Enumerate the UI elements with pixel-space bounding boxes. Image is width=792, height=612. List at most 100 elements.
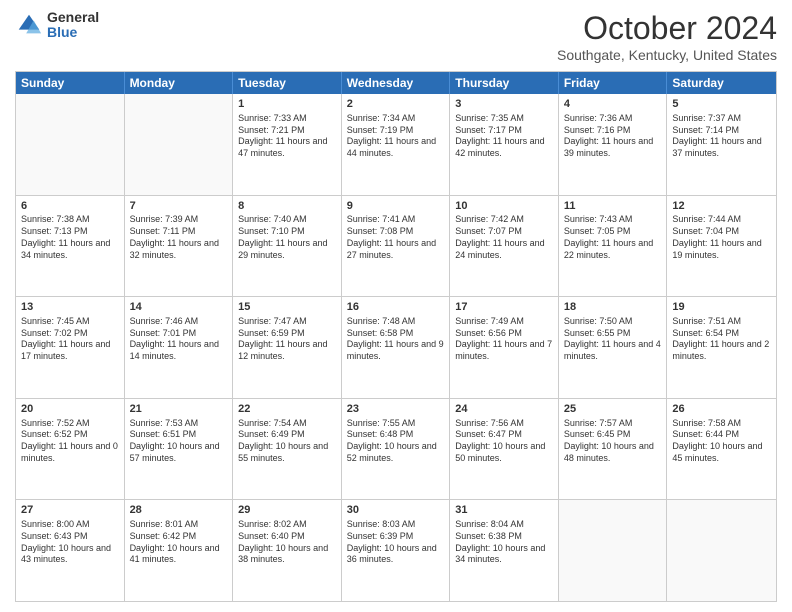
day-number: 30	[347, 503, 445, 518]
header-day-sunday: Sunday	[16, 72, 125, 94]
logo-text: General Blue	[47, 10, 99, 41]
calendar-cell: 23Sunrise: 7:55 AM Sunset: 6:48 PM Dayli…	[342, 399, 451, 500]
day-number: 13	[21, 300, 119, 315]
cell-info: Sunrise: 7:48 AM Sunset: 6:58 PM Dayligh…	[347, 316, 445, 363]
calendar-cell: 5Sunrise: 7:37 AM Sunset: 7:14 PM Daylig…	[667, 94, 776, 195]
calendar-cell: 29Sunrise: 8:02 AM Sunset: 6:40 PM Dayli…	[233, 500, 342, 601]
day-number: 4	[564, 97, 662, 112]
day-number: 27	[21, 503, 119, 518]
cell-info: Sunrise: 7:36 AM Sunset: 7:16 PM Dayligh…	[564, 113, 662, 160]
day-number: 17	[455, 300, 553, 315]
day-number: 18	[564, 300, 662, 315]
calendar-cell: 7Sunrise: 7:39 AM Sunset: 7:11 PM Daylig…	[125, 196, 234, 297]
cell-info: Sunrise: 7:35 AM Sunset: 7:17 PM Dayligh…	[455, 113, 553, 160]
calendar-cell: 13Sunrise: 7:45 AM Sunset: 7:02 PM Dayli…	[16, 297, 125, 398]
header-day-monday: Monday	[125, 72, 234, 94]
header-day-wednesday: Wednesday	[342, 72, 451, 94]
calendar-row-4: 27Sunrise: 8:00 AM Sunset: 6:43 PM Dayli…	[16, 499, 776, 601]
calendar-cell: 16Sunrise: 7:48 AM Sunset: 6:58 PM Dayli…	[342, 297, 451, 398]
calendar-cell: 14Sunrise: 7:46 AM Sunset: 7:01 PM Dayli…	[125, 297, 234, 398]
calendar-cell: 20Sunrise: 7:52 AM Sunset: 6:52 PM Dayli…	[16, 399, 125, 500]
calendar-row-3: 20Sunrise: 7:52 AM Sunset: 6:52 PM Dayli…	[16, 398, 776, 500]
calendar-cell: 28Sunrise: 8:01 AM Sunset: 6:42 PM Dayli…	[125, 500, 234, 601]
day-number: 22	[238, 402, 336, 417]
calendar-cell: 19Sunrise: 7:51 AM Sunset: 6:54 PM Dayli…	[667, 297, 776, 398]
cell-info: Sunrise: 7:58 AM Sunset: 6:44 PM Dayligh…	[672, 418, 771, 465]
calendar-cell: 25Sunrise: 7:57 AM Sunset: 6:45 PM Dayli…	[559, 399, 668, 500]
logo-general: General	[47, 10, 99, 25]
cell-info: Sunrise: 8:02 AM Sunset: 6:40 PM Dayligh…	[238, 519, 336, 566]
day-number: 3	[455, 97, 553, 112]
calendar-cell: 21Sunrise: 7:53 AM Sunset: 6:51 PM Dayli…	[125, 399, 234, 500]
day-number: 11	[564, 199, 662, 214]
day-number: 8	[238, 199, 336, 214]
cell-info: Sunrise: 7:39 AM Sunset: 7:11 PM Dayligh…	[130, 214, 228, 261]
calendar-header: SundayMondayTuesdayWednesdayThursdayFrid…	[16, 72, 776, 94]
cell-info: Sunrise: 7:57 AM Sunset: 6:45 PM Dayligh…	[564, 418, 662, 465]
cell-info: Sunrise: 7:53 AM Sunset: 6:51 PM Dayligh…	[130, 418, 228, 465]
header: General Blue October 2024 Southgate, Ken…	[15, 10, 777, 63]
cell-info: Sunrise: 7:44 AM Sunset: 7:04 PM Dayligh…	[672, 214, 771, 261]
day-number: 21	[130, 402, 228, 417]
cell-info: Sunrise: 7:40 AM Sunset: 7:10 PM Dayligh…	[238, 214, 336, 261]
calendar-cell: 18Sunrise: 7:50 AM Sunset: 6:55 PM Dayli…	[559, 297, 668, 398]
day-number: 1	[238, 97, 336, 112]
day-number: 20	[21, 402, 119, 417]
day-number: 25	[564, 402, 662, 417]
logo-blue: Blue	[47, 25, 99, 40]
calendar-cell: 6Sunrise: 7:38 AM Sunset: 7:13 PM Daylig…	[16, 196, 125, 297]
calendar-row-2: 13Sunrise: 7:45 AM Sunset: 7:02 PM Dayli…	[16, 296, 776, 398]
calendar-cell: 31Sunrise: 8:04 AM Sunset: 6:38 PM Dayli…	[450, 500, 559, 601]
cell-info: Sunrise: 7:56 AM Sunset: 6:47 PM Dayligh…	[455, 418, 553, 465]
day-number: 31	[455, 503, 553, 518]
cell-info: Sunrise: 7:55 AM Sunset: 6:48 PM Dayligh…	[347, 418, 445, 465]
calendar-cell: 9Sunrise: 7:41 AM Sunset: 7:08 PM Daylig…	[342, 196, 451, 297]
title-section: October 2024 Southgate, Kentucky, United…	[557, 10, 777, 63]
cell-info: Sunrise: 7:33 AM Sunset: 7:21 PM Dayligh…	[238, 113, 336, 160]
cell-info: Sunrise: 8:04 AM Sunset: 6:38 PM Dayligh…	[455, 519, 553, 566]
cell-info: Sunrise: 7:54 AM Sunset: 6:49 PM Dayligh…	[238, 418, 336, 465]
cell-info: Sunrise: 7:50 AM Sunset: 6:55 PM Dayligh…	[564, 316, 662, 363]
day-number: 9	[347, 199, 445, 214]
calendar-cell: 30Sunrise: 8:03 AM Sunset: 6:39 PM Dayli…	[342, 500, 451, 601]
calendar-cell: 10Sunrise: 7:42 AM Sunset: 7:07 PM Dayli…	[450, 196, 559, 297]
logo: General Blue	[15, 10, 99, 41]
cell-info: Sunrise: 8:03 AM Sunset: 6:39 PM Dayligh…	[347, 519, 445, 566]
calendar-cell	[559, 500, 668, 601]
month-title: October 2024	[557, 10, 777, 47]
cell-info: Sunrise: 8:01 AM Sunset: 6:42 PM Dayligh…	[130, 519, 228, 566]
cell-info: Sunrise: 7:52 AM Sunset: 6:52 PM Dayligh…	[21, 418, 119, 465]
calendar-cell: 2Sunrise: 7:34 AM Sunset: 7:19 PM Daylig…	[342, 94, 451, 195]
cell-info: Sunrise: 7:46 AM Sunset: 7:01 PM Dayligh…	[130, 316, 228, 363]
header-day-friday: Friday	[559, 72, 668, 94]
day-number: 28	[130, 503, 228, 518]
day-number: 12	[672, 199, 771, 214]
day-number: 16	[347, 300, 445, 315]
location: Southgate, Kentucky, United States	[557, 47, 777, 63]
day-number: 29	[238, 503, 336, 518]
day-number: 10	[455, 199, 553, 214]
calendar-cell: 22Sunrise: 7:54 AM Sunset: 6:49 PM Dayli…	[233, 399, 342, 500]
calendar-cell	[667, 500, 776, 601]
calendar-cell: 12Sunrise: 7:44 AM Sunset: 7:04 PM Dayli…	[667, 196, 776, 297]
day-number: 19	[672, 300, 771, 315]
calendar-cell: 27Sunrise: 8:00 AM Sunset: 6:43 PM Dayli…	[16, 500, 125, 601]
calendar-row-1: 6Sunrise: 7:38 AM Sunset: 7:13 PM Daylig…	[16, 195, 776, 297]
calendar-cell: 3Sunrise: 7:35 AM Sunset: 7:17 PM Daylig…	[450, 94, 559, 195]
day-number: 15	[238, 300, 336, 315]
day-number: 26	[672, 402, 771, 417]
calendar-cell: 17Sunrise: 7:49 AM Sunset: 6:56 PM Dayli…	[450, 297, 559, 398]
calendar-body: 1Sunrise: 7:33 AM Sunset: 7:21 PM Daylig…	[16, 94, 776, 601]
cell-info: Sunrise: 7:41 AM Sunset: 7:08 PM Dayligh…	[347, 214, 445, 261]
calendar-row-0: 1Sunrise: 7:33 AM Sunset: 7:21 PM Daylig…	[16, 94, 776, 195]
calendar-cell	[125, 94, 234, 195]
calendar-cell: 4Sunrise: 7:36 AM Sunset: 7:16 PM Daylig…	[559, 94, 668, 195]
page: General Blue October 2024 Southgate, Ken…	[0, 0, 792, 612]
day-number: 24	[455, 402, 553, 417]
day-number: 6	[21, 199, 119, 214]
calendar-cell: 26Sunrise: 7:58 AM Sunset: 6:44 PM Dayli…	[667, 399, 776, 500]
calendar-cell: 1Sunrise: 7:33 AM Sunset: 7:21 PM Daylig…	[233, 94, 342, 195]
day-number: 5	[672, 97, 771, 112]
cell-info: Sunrise: 7:43 AM Sunset: 7:05 PM Dayligh…	[564, 214, 662, 261]
header-day-tuesday: Tuesday	[233, 72, 342, 94]
